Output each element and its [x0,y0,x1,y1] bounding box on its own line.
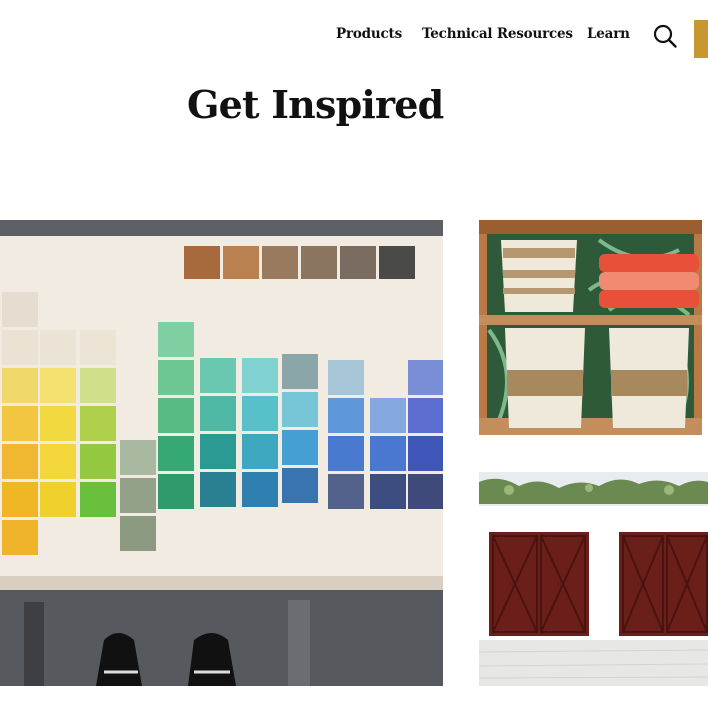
swatch-chip [184,246,220,279]
swatch-chip [370,398,406,433]
swatch-chip [242,396,278,431]
swatch-chip [40,444,76,479]
swatch-chip [40,368,76,403]
swatch-chip [379,246,415,279]
page-title: Get Inspired [187,82,444,127]
swatch-chip [40,482,76,517]
gallery-item-baskets[interactable] [479,220,702,435]
swatch-chip [2,330,38,365]
garage-photo [479,472,708,686]
swatch-chip [40,330,76,365]
swatch-chip [242,358,278,393]
swatch-chip [2,292,38,327]
nav-learn-link[interactable]: Learn [587,26,630,42]
swatch-chip [120,478,156,513]
swatch-chip [328,398,364,433]
nav-technical-resources-link[interactable]: Technical Resources [422,26,573,42]
swatch-chip [328,360,364,395]
swatch-chip [408,360,443,395]
swatch-chip [340,246,376,279]
swatch-chip [282,392,318,427]
swatch-chip [282,468,318,503]
swatch-chip [158,398,194,433]
swatch-chip [158,474,194,509]
swatch-chip [120,440,156,475]
swatch-chip [282,430,318,465]
swatch-chip [80,482,116,517]
cta-button[interactable] [694,20,708,58]
swatches-photo [0,220,443,686]
swatch-chip [200,434,236,469]
baskets-photo [479,220,702,435]
swatch-chip [2,482,38,517]
swatch-chip [2,368,38,403]
gallery-item-garage[interactable] [479,472,708,686]
swatch-chip [370,436,406,471]
swatch-chip [200,396,236,431]
swatch-chip [282,354,318,389]
swatch-chip [242,434,278,469]
swatch-chip [158,436,194,471]
swatch-chip [2,406,38,441]
swatch-chip [158,322,194,357]
search-icon [653,24,677,48]
swatch-chip [2,444,38,479]
swatch-chip [301,246,337,279]
swatch-chip [80,330,116,365]
swatch-chip [408,436,443,471]
swatch-chip [370,474,406,509]
swatch-chip [120,516,156,551]
swatch-chip [408,398,443,433]
swatch-chip [200,358,236,393]
swatch-chip [80,406,116,441]
swatch-chip [80,368,116,403]
swatch-chip [223,246,259,279]
search-button[interactable] [652,23,678,49]
swatch-chip [328,474,364,509]
swatch-chip [2,520,38,555]
swatch-chip [242,472,278,507]
swatch-chip [328,436,364,471]
swatch-chip [158,360,194,395]
main-nav: Products Technical Resources Learn [0,20,708,60]
nav-products-link[interactable]: Products [336,26,402,42]
gallery-item-swatches[interactable] [0,220,443,686]
swatch-chip [262,246,298,279]
swatch-chip [408,474,443,509]
swatch-chip [200,472,236,507]
swatch-chip [80,444,116,479]
swatch-chip [40,406,76,441]
